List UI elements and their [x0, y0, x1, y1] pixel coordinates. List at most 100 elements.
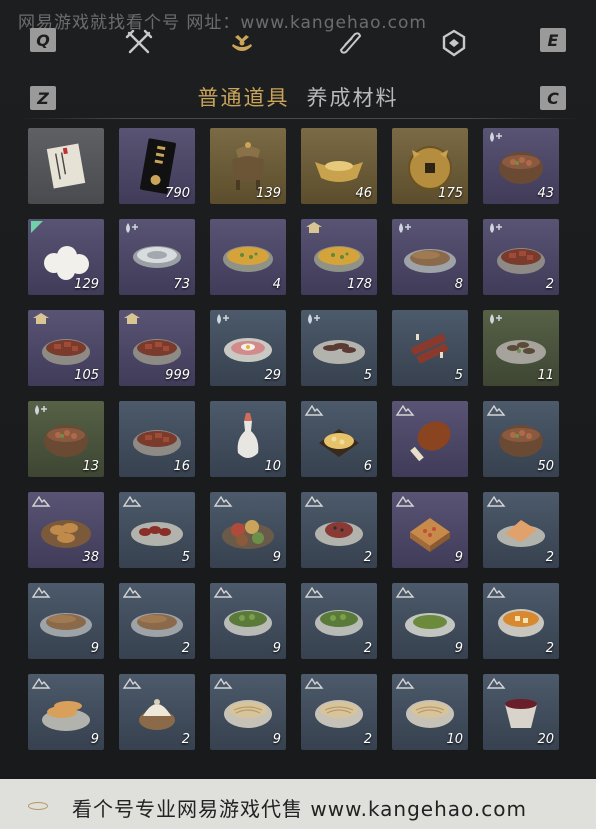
item-slot[interactable]: 2 [119, 674, 195, 750]
item-slot[interactable] [392, 401, 468, 477]
item-slot[interactable]: 5 [392, 310, 468, 386]
mountain-badge-icon [122, 586, 142, 598]
item-slot[interactable]: 9 [392, 583, 468, 659]
mountain-badge-icon [304, 586, 324, 598]
item-count: 50 [537, 459, 554, 474]
noodle-bowl-icon [315, 700, 363, 728]
item-slot[interactable]: 73 [119, 219, 195, 295]
tab-common-items[interactable]: 普通道具 [197, 82, 289, 112]
item-count: 10 [446, 732, 463, 747]
item-slot[interactable]: 38 [28, 492, 104, 568]
mountain-badge-icon [304, 495, 324, 507]
pancake-icon [497, 520, 545, 547]
item-slot[interactable]: 43 [483, 128, 559, 204]
item-slot[interactable]: 2 [483, 219, 559, 295]
item-slot[interactable]: 2 [119, 583, 195, 659]
noodle-bowl-icon [224, 700, 272, 728]
item-slot[interactable]: 29 [210, 310, 286, 386]
mountain-badge-icon [213, 586, 233, 598]
item-slot[interactable]: 129 [28, 219, 104, 295]
pouch-icon[interactable] [225, 26, 259, 60]
mountain-badge-icon [31, 677, 51, 689]
item-count: 2 [181, 732, 190, 747]
item-slot[interactable]: 5 [301, 310, 377, 386]
house-badge-icon [124, 313, 140, 324]
item-count: 999 [165, 368, 190, 383]
item-slot[interactable]: 46 [301, 128, 377, 204]
item-slot[interactable]: 790 [119, 128, 195, 204]
item-slot[interactable]: 2 [483, 583, 559, 659]
item-count: 5 [181, 550, 190, 565]
drop-badge-icon [490, 132, 502, 142]
egg-plate-gold-icon [319, 429, 359, 457]
mountain-badge-icon [304, 677, 324, 689]
item-slot[interactable]: 9 [392, 492, 468, 568]
item-slot[interactable]: 5 [119, 492, 195, 568]
item-slot[interactable]: 9 [28, 674, 104, 750]
item-count: 9 [272, 641, 281, 656]
item-slot[interactable]: 13 [28, 401, 104, 477]
drop-badge-icon [308, 314, 320, 324]
mountain-badge-icon [395, 586, 415, 598]
item-slot[interactable]: 105 [28, 310, 104, 386]
item-count: 10 [264, 459, 281, 474]
drop-badge-icon [35, 405, 47, 415]
item-slot[interactable]: 2 [301, 583, 377, 659]
item-slot[interactable]: 999 [119, 310, 195, 386]
item-count: 175 [438, 186, 463, 201]
gem-icon[interactable] [437, 26, 471, 60]
key-e[interactable]: E [540, 28, 566, 52]
item-slot[interactable]: 16 [119, 401, 195, 477]
key-q[interactable]: Q [30, 28, 56, 52]
item-count: 790 [165, 186, 190, 201]
tab-growth-materials[interactable]: 养成材料 [307, 82, 399, 112]
item-slot[interactable]: 2 [483, 492, 559, 568]
item-slot[interactable]: 11 [483, 310, 559, 386]
item-slot[interactable]: 178 [301, 219, 377, 295]
mountain-badge-icon [395, 404, 415, 416]
item-count: 9 [90, 641, 99, 656]
item-slot[interactable]: 6 [301, 401, 377, 477]
item-count: 29 [264, 368, 281, 383]
mountain-badge-icon [213, 677, 233, 689]
item-count: 73 [173, 277, 190, 292]
item-slot[interactable]: 9 [210, 674, 286, 750]
greens-plate-icon [405, 613, 455, 637]
item-slot[interactable]: 2 [301, 492, 377, 568]
item-count: 8 [454, 277, 463, 292]
item-slot[interactable]: 139 [210, 128, 286, 204]
meat-bowl-icon [497, 248, 545, 274]
soup-yellow-icon [223, 246, 273, 272]
mountain-badge-icon [486, 495, 506, 507]
item-slot[interactable] [28, 128, 104, 204]
item-slot[interactable]: 20 [483, 674, 559, 750]
item-count: 9 [454, 550, 463, 565]
item-slot[interactable]: 9 [28, 583, 104, 659]
item-slot[interactable]: 10 [210, 401, 286, 477]
fish-plate-icon [131, 613, 183, 637]
crossed-swords-icon[interactable] [122, 26, 156, 60]
inventory-screen: 网易游戏就找看个号 网址：www.kangehao.com Q E Z C 普通… [0, 0, 596, 829]
sliced-plate-icon [313, 340, 365, 364]
corner-badge-icon [31, 221, 43, 233]
item-count: 9 [272, 550, 281, 565]
item-slot[interactable]: 8 [392, 219, 468, 295]
mountain-badge-icon [122, 677, 142, 689]
scroll-icon[interactable] [333, 26, 367, 60]
item-slot[interactable]: 50 [483, 401, 559, 477]
item-slot[interactable]: 2 [301, 674, 377, 750]
item-slot[interactable]: 10 [392, 674, 468, 750]
item-slot[interactable]: 9 [210, 583, 286, 659]
mountain-badge-icon [486, 677, 506, 689]
item-count: 20 [537, 732, 554, 747]
item-slot[interactable]: 175 [392, 128, 468, 204]
item-slot[interactable]: 9 [210, 492, 286, 568]
item-count: 2 [545, 641, 554, 656]
item-count: 13 [82, 459, 99, 474]
item-count: 2 [545, 550, 554, 565]
item-count: 6 [363, 459, 372, 474]
mountain-badge-icon [486, 404, 506, 416]
tab-divider [15, 118, 581, 119]
mountain-badge-icon [395, 495, 415, 507]
item-slot[interactable]: 4 [210, 219, 286, 295]
